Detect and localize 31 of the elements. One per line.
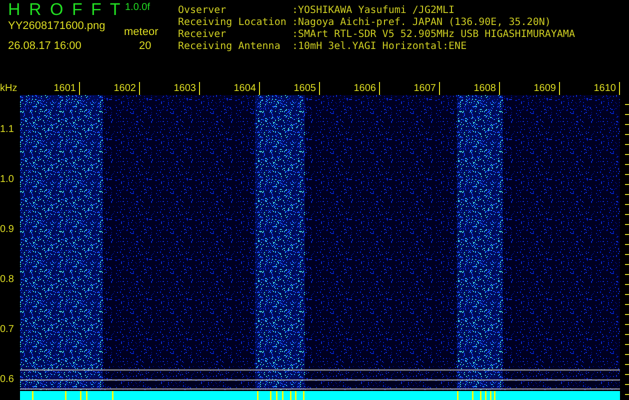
meteor-label: meteor xyxy=(124,26,158,38)
x-axis-label: 1607 xyxy=(414,83,437,95)
axis-unit: kHz xyxy=(0,82,18,95)
x-axis-label: 1604 xyxy=(234,83,257,95)
info-label: Receiving Antenna xyxy=(178,41,282,53)
y-axis-label: 1.0 xyxy=(0,173,15,187)
x-axis-label: 1602 xyxy=(114,83,137,95)
info-value: :Nagoya Aichi-pref. JAPAN (136.90E, 35.20N) xyxy=(292,17,551,29)
y-axis-label: 0.7 xyxy=(0,323,15,337)
y-axis-label: 1.1 xyxy=(0,123,15,137)
x-axis-label: 1605 xyxy=(294,83,317,95)
meteor-count: 20 xyxy=(139,40,152,52)
x-axis-label: 1603 xyxy=(174,83,197,95)
info-value: :YOSHIKAWA Yasufumi /JG2MLI xyxy=(292,5,455,17)
info-label: Receiving Location xyxy=(178,17,288,29)
info-value: :SMArt RTL-SDR V5 52.905MHz USB HIGASHIMURAYAMA xyxy=(292,29,575,41)
y-axis-label: 0.6 xyxy=(0,373,15,387)
info-label: Ovserver xyxy=(178,5,228,17)
app-title: H R O F F T xyxy=(8,0,120,20)
x-axis-label: 1606 xyxy=(354,83,377,95)
info-value: :10mH 3el.YAGI Horizontal:ENE xyxy=(292,41,467,53)
y-axis-label: 0.8 xyxy=(0,273,15,287)
x-axis-label: 1608 xyxy=(474,83,497,95)
info-label: Receiver xyxy=(178,29,228,41)
filename-label: YY2608171600.png xyxy=(8,20,106,32)
y-axis-label: 0.9 xyxy=(0,223,15,237)
x-axis-label: 1609 xyxy=(534,83,557,95)
x-axis-label: 1610 xyxy=(594,83,617,95)
datetime-label: 26.08.17 16:00 xyxy=(8,40,82,52)
x-axis-label: 1601 xyxy=(54,83,77,95)
version-label: 1.0.0f xyxy=(125,2,150,13)
